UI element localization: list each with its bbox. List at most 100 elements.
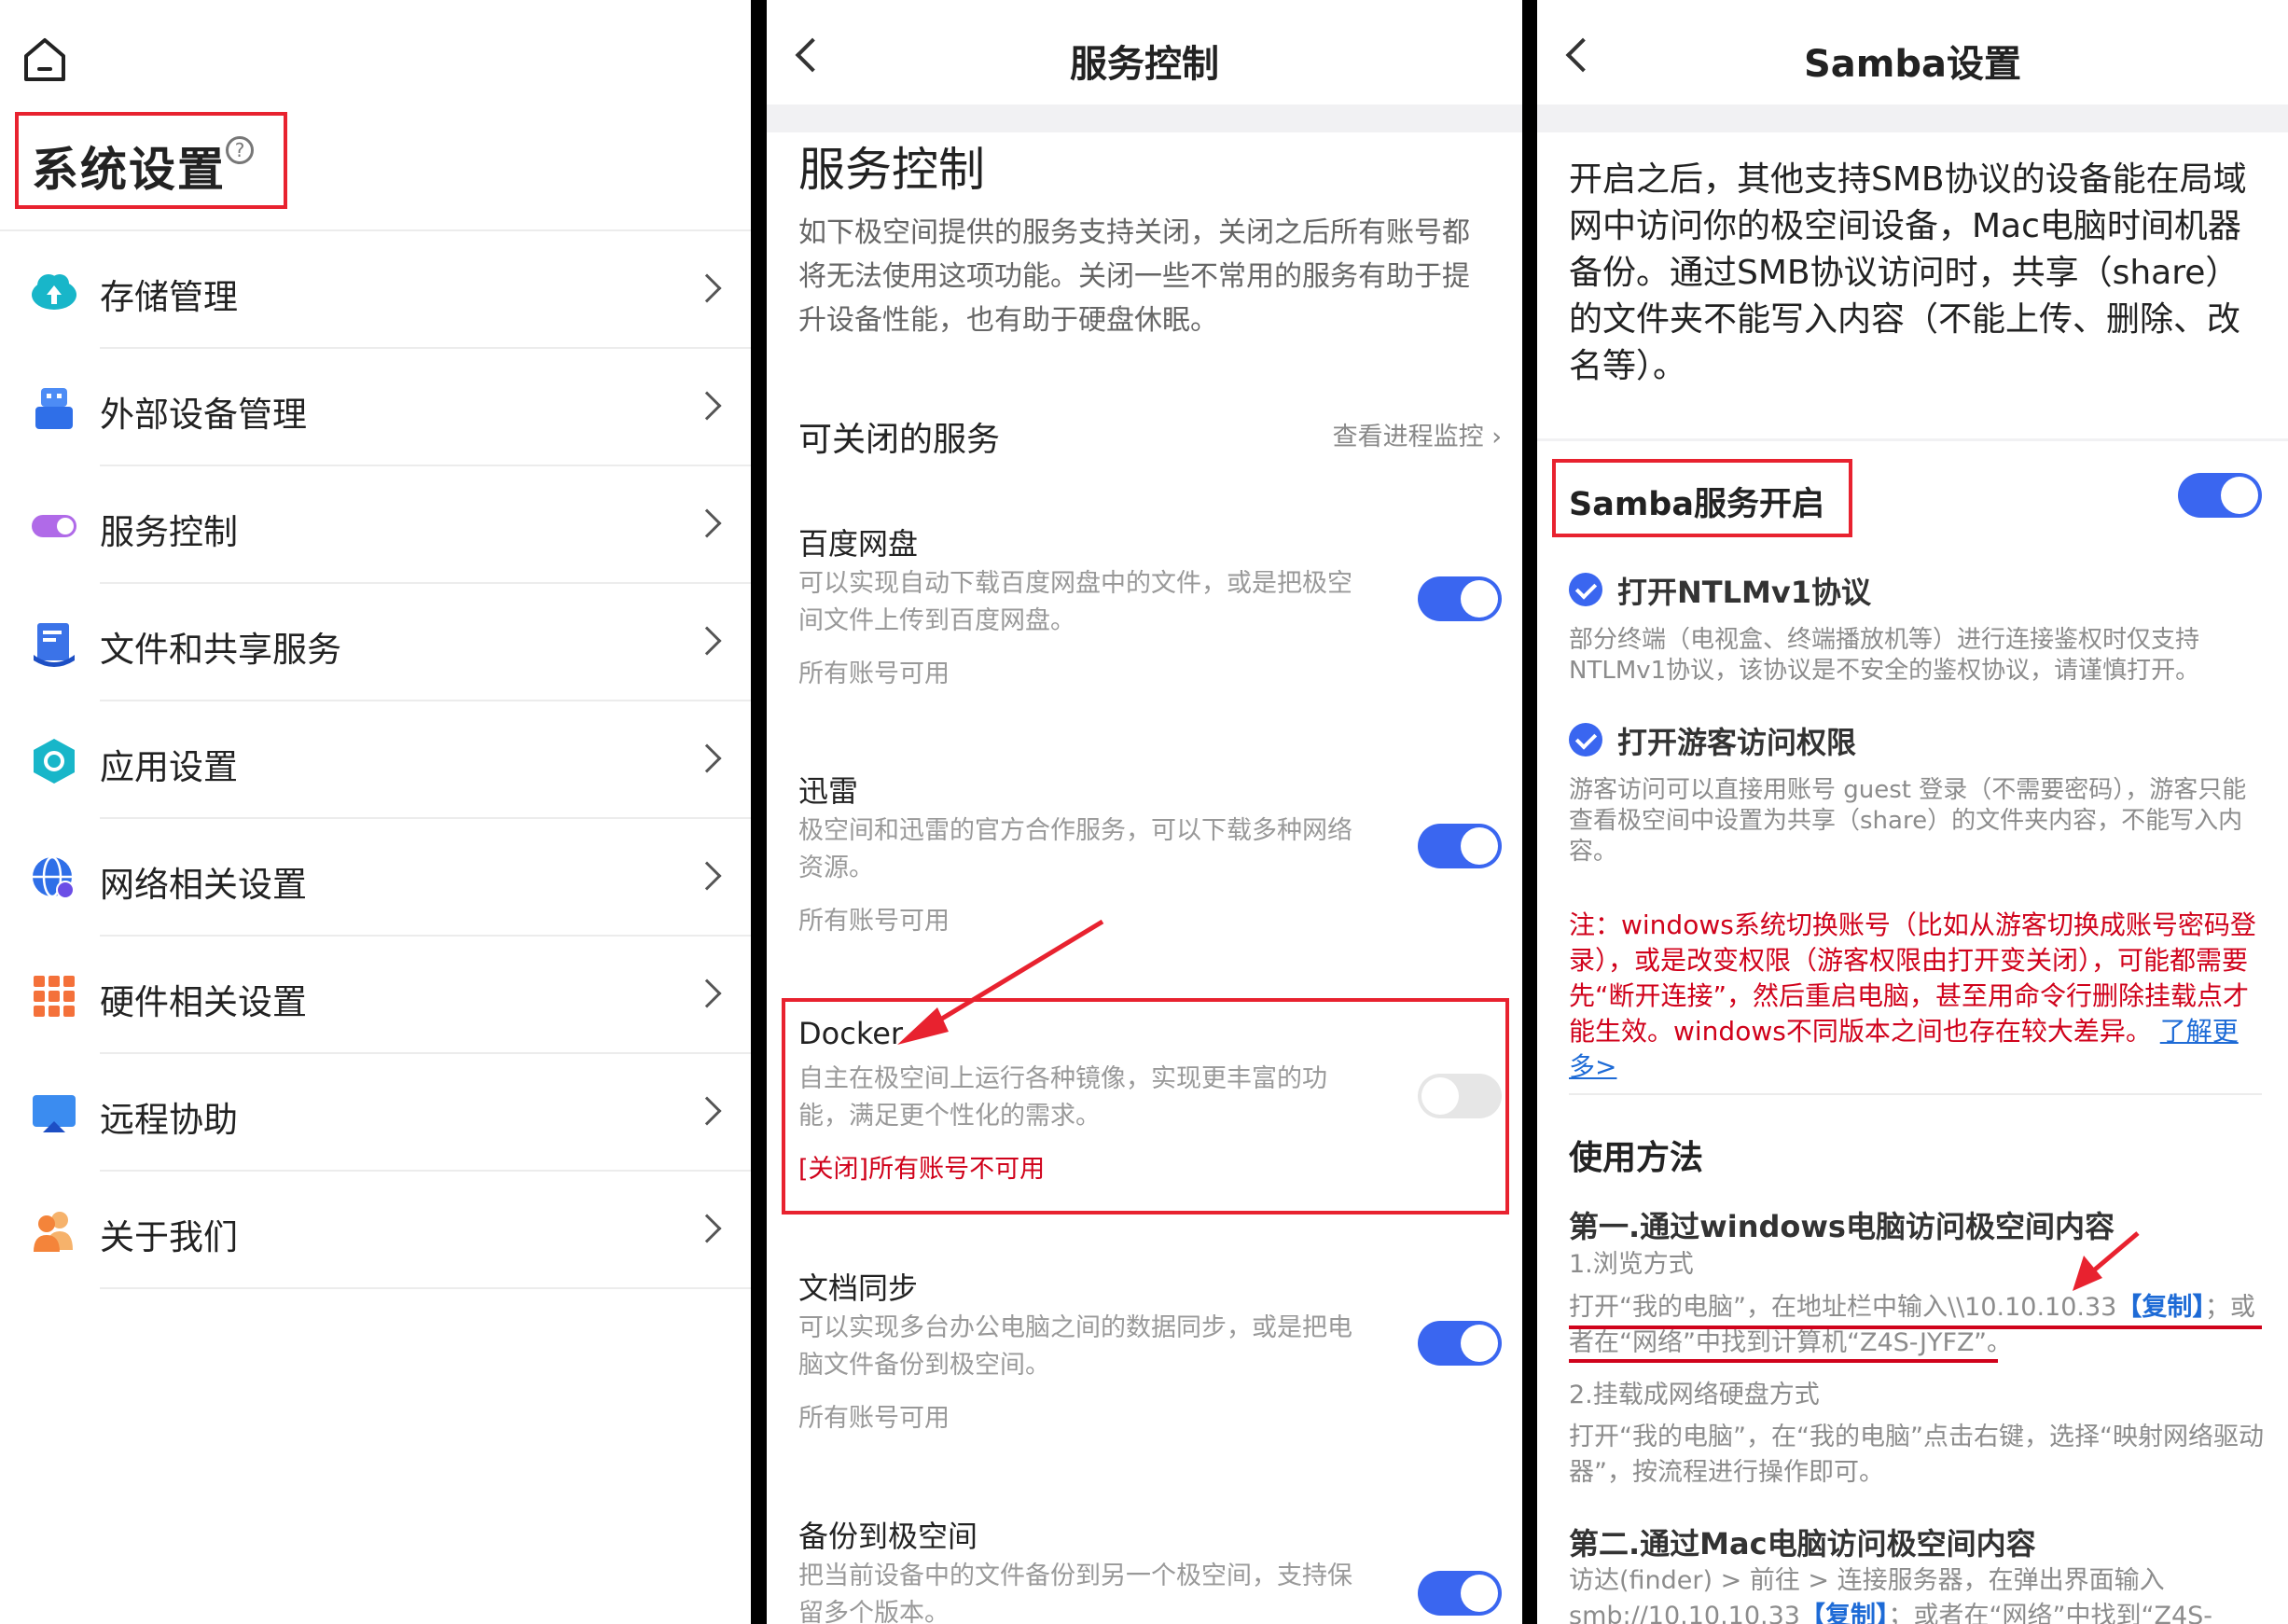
service-description: 极空间和迅雷的官方合作服务，可以下载多种网络资源。 bbox=[798, 816, 1352, 882]
menu-item-service-control[interactable]: 服务控制 bbox=[0, 466, 751, 584]
menu-item-file-sharing[interactable]: 文件和共享服务 bbox=[0, 584, 751, 701]
service-description: 自主在极空间上运行各种镜像，实现更丰富的功能，满足更个性化的需求。 bbox=[798, 1064, 1327, 1131]
menu-item-hardware-settings[interactable]: 硬件相关设置 bbox=[0, 937, 751, 1054]
service-item-xunlei: 迅雷 极空间和迅雷的官方合作服务，可以下载多种网络资源。 所有账号可用 bbox=[767, 768, 1522, 954]
baidu-toggle[interactable] bbox=[1418, 576, 1502, 621]
checkmark-icon bbox=[1569, 723, 1602, 756]
step2-title: 第二.通过Mac电脑访问极空间内容 bbox=[1569, 1526, 2036, 1562]
system-settings-panel: 系统设置 ? 存储管理 外部设备管理 服务控制 文件和共享服务 应用设置 网络相… bbox=[0, 0, 751, 1624]
grid-hardware-icon bbox=[34, 976, 75, 1017]
header-band bbox=[767, 104, 1522, 132]
chevron-right-icon bbox=[692, 273, 722, 303]
chevron-right-icon bbox=[692, 626, 722, 656]
samba-toggle[interactable] bbox=[2178, 473, 2262, 518]
xunlei-toggle[interactable] bbox=[1418, 824, 1502, 868]
menu-item-storage[interactable]: 存储管理 bbox=[0, 231, 751, 349]
service-item-doc-sync: 文档同步 可以实现多台办公电脑之间的数据同步，或是把电脑文件备份到极空间。 所有… bbox=[767, 1265, 1522, 1451]
cloud-upload-icon bbox=[32, 274, 76, 310]
menu-item-label: 硬件相关设置 bbox=[100, 982, 307, 1022]
service-status: 所有账号可用 bbox=[798, 907, 950, 936]
menu-item-label: 存储管理 bbox=[100, 277, 238, 317]
service-status: 所有账号可用 bbox=[798, 1404, 950, 1433]
backup-toggle[interactable] bbox=[1418, 1571, 1502, 1616]
toggle-icon bbox=[32, 515, 76, 537]
hexagon-app-icon bbox=[34, 739, 75, 784]
service-item-backup: 备份到极空间 把当前设备中的文件备份到另一个极空间，支持保留多个版本。 bbox=[767, 1513, 1522, 1624]
nav-title: 服务控制 bbox=[1070, 43, 1219, 86]
usage-title: 使用方法 bbox=[1569, 1139, 1704, 1177]
copy-address-link[interactable]: 【复制】 bbox=[1800, 1602, 1889, 1624]
menu-item-label: 文件和共享服务 bbox=[100, 630, 341, 670]
page-title-highlight: 系统设置 ? bbox=[15, 112, 287, 209]
browse-text-a: 打开“我的电脑”，在地址栏中输入\\10.10.10.33 bbox=[1569, 1293, 2117, 1322]
remote-screen-icon bbox=[33, 1095, 76, 1132]
file-share-icon bbox=[34, 623, 75, 667]
ntlm-description: 部分终端（电视盒、终端播放机等）进行连接鉴权时仅支持NTLMv1协议，该协议是不… bbox=[1569, 626, 2200, 685]
page-heading: 服务控制 bbox=[798, 143, 985, 197]
samba-intro: 开启之后，其他支持SMB协议的设备能在局域网中访问你的极空间设备，Mac电脑时间… bbox=[1569, 160, 2247, 385]
menu-item-label: 网络相关设置 bbox=[100, 865, 307, 905]
menu-item-network-settings[interactable]: 网络相关设置 bbox=[0, 819, 751, 937]
step1-title: 第一.通过windows电脑访问极空间内容 bbox=[1569, 1209, 2115, 1244]
globe-network-icon bbox=[33, 855, 75, 899]
chevron-right-icon bbox=[692, 508, 722, 538]
menu-item-label: 远程协助 bbox=[100, 1100, 238, 1140]
divider bbox=[1537, 438, 2288, 441]
service-name: 文档同步 bbox=[798, 1270, 919, 1306]
usb-device-icon bbox=[35, 388, 73, 429]
nav-title: Samba设置 bbox=[1803, 43, 2022, 86]
service-status: 所有账号可用 bbox=[798, 659, 950, 688]
samba-service-label: Samba服务开启 bbox=[1569, 486, 1824, 523]
menu-item-label: 应用设置 bbox=[100, 747, 238, 787]
chevron-right-icon bbox=[692, 979, 722, 1008]
windows-note: 注：windows系统切换账号（比如从游客切换成账号密码登录），或是改变权限（游… bbox=[1569, 908, 2264, 1085]
menu-item-app-settings[interactable]: 应用设置 bbox=[0, 701, 751, 819]
menu-item-remote-assist[interactable]: 远程协助 bbox=[0, 1054, 751, 1172]
divider bbox=[1569, 1093, 2262, 1095]
service-item-baidu: 百度网盘 可以实现自动下载百度网盘中的文件，或是把极空间文件上传到百度网盘。 所… bbox=[767, 521, 1522, 707]
doc-sync-toggle[interactable] bbox=[1418, 1321, 1502, 1366]
service-description: 可以实现多台办公电脑之间的数据同步，或是把电脑文件备份到极空间。 bbox=[798, 1313, 1352, 1380]
chevron-right-icon bbox=[692, 861, 722, 891]
samba-settings-panel: Samba设置 开启之后，其他支持SMB协议的设备能在局域网中访问你的极空间设备… bbox=[1537, 0, 2288, 1624]
service-name: Docker bbox=[798, 1016, 904, 1051]
service-name: 备份到极空间 bbox=[798, 1519, 978, 1554]
process-monitor-link[interactable]: 查看进程监控 › bbox=[1333, 416, 1502, 452]
header-band bbox=[1537, 104, 2288, 132]
section-title: 可关闭的服务 bbox=[798, 421, 1001, 459]
step2-mac-text: 访达(finder) > 前往 > 连接服务器，在弹出界面输入smb://10.… bbox=[1569, 1563, 2264, 1624]
copy-address-link[interactable]: 【复制】 bbox=[2116, 1293, 2205, 1322]
chevron-right-icon bbox=[692, 1096, 722, 1126]
menu-item-label: 外部设备管理 bbox=[100, 395, 307, 435]
guest-description: 游客访问可以直接用账号 guest 登录（不需要密码），游客只能查看极空间中设置… bbox=[1569, 776, 2247, 866]
red-underline bbox=[1569, 1326, 2262, 1329]
service-status: [关闭]所有账号不可用 bbox=[798, 1155, 1046, 1184]
docker-toggle[interactable] bbox=[1418, 1074, 1502, 1118]
chevron-right-icon bbox=[692, 743, 722, 773]
service-item-docker: Docker 自主在极空间上运行各种镜像，实现更丰富的功能，满足更个性化的需求。… bbox=[767, 1016, 1522, 1202]
chevron-right-icon bbox=[692, 391, 722, 421]
home-icon[interactable] bbox=[21, 35, 69, 84]
page-title: 系统设置 bbox=[32, 143, 226, 197]
ntlm-label: 打开NTLMv1协议 bbox=[1617, 575, 1871, 610]
menu-item-about-us[interactable]: 关于我们 bbox=[0, 1172, 751, 1289]
menu-item-label: 关于我们 bbox=[100, 1217, 238, 1257]
service-control-panel: 服务控制 服务控制 如下极空间提供的服务支持关闭，关闭之后所有账号都将无法使用这… bbox=[767, 0, 1522, 1624]
menu-item-external-devices[interactable]: 外部设备管理 bbox=[0, 349, 751, 466]
note-text: 注：windows系统切换账号（比如从游客切换成账号密码登录），或是改变权限（游… bbox=[1569, 909, 2256, 1047]
help-icon[interactable]: ? bbox=[226, 136, 254, 164]
users-icon bbox=[34, 1212, 73, 1252]
red-underline bbox=[1569, 1359, 1998, 1363]
menu-item-label: 服务控制 bbox=[100, 512, 238, 552]
checkmark-icon bbox=[1569, 573, 1602, 606]
service-name: 迅雷 bbox=[798, 773, 859, 809]
service-name: 百度网盘 bbox=[798, 526, 919, 562]
chevron-right-icon bbox=[692, 1214, 722, 1243]
service-description: 可以实现自动下载百度网盘中的文件，或是把极空间文件上传到百度网盘。 bbox=[798, 569, 1352, 635]
guest-label: 打开游客访问权限 bbox=[1617, 725, 1857, 760]
step1-subtitle-browse: 1.浏览方式 bbox=[1569, 1250, 1694, 1279]
page-description: 如下极空间提供的服务支持关闭，关闭之后所有账号都将无法使用这项功能。关闭一些不常… bbox=[798, 216, 1470, 337]
service-description: 把当前设备中的文件备份到另一个极空间，支持保留多个版本。 bbox=[798, 1562, 1352, 1624]
step1-subtitle-mount: 2.挂载成网络硬盘方式 bbox=[1569, 1381, 1820, 1409]
step1-mount-text: 打开“我的电脑”，在“我的电脑”点击右键，选择“映射网络驱动器”，按流程进行操作… bbox=[1569, 1423, 2264, 1487]
